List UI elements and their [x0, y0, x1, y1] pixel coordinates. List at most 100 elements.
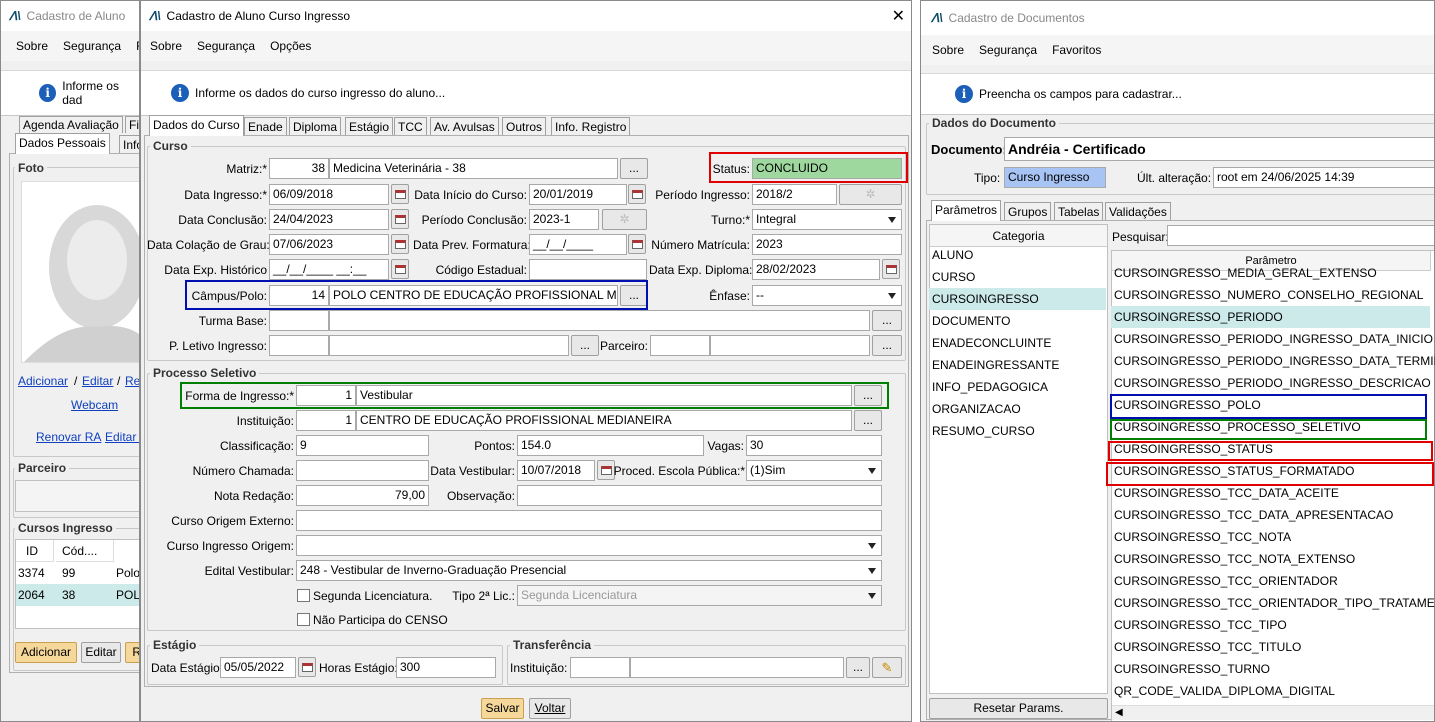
pontos-input[interactable]: 154.0 — [517, 435, 704, 456]
data-prev-input[interactable]: __/__/____ — [529, 234, 627, 255]
turma-base-input[interactable] — [329, 310, 870, 331]
categoria-item[interactable]: ORGANIZACAO — [929, 398, 1106, 420]
classificacao-input[interactable]: 9 — [296, 435, 429, 456]
data-exp-hist-input[interactable]: __/__/____ __:__ — [269, 259, 389, 280]
parametro-item[interactable]: CURSOINGRESSO_PERIODO_INGRESSO_DESCRICAO — [1111, 372, 1431, 394]
tab-dados-pessoais[interactable]: Dados Pessoais — [15, 133, 110, 154]
tab-fi[interactable]: Fi — [125, 116, 139, 133]
data-ingresso-input[interactable]: 06/09/2018 — [269, 184, 389, 205]
data-colacao-input[interactable]: 07/06/2023 — [269, 234, 389, 255]
resetar-params-button[interactable]: Resetar Params. — [929, 698, 1108, 719]
parametro-item[interactable]: CURSOINGRESSO_TCC_ORIENTADOR_TIPO_TRATAM… — [1111, 592, 1435, 614]
tab-dados-do-curso[interactable]: Dados do Curso — [149, 115, 244, 136]
parametro-item[interactable]: CURSOINGRESSO_TCC_DATA_APRESENTACAO — [1111, 504, 1430, 526]
categoria-item[interactable]: DOCUMENTO — [929, 310, 1106, 332]
menu-opcoes[interactable]: Opções — [270, 39, 311, 53]
adicionar-foto-link[interactable]: Adicionar — [18, 374, 68, 388]
col-cod[interactable]: Cód.... — [56, 540, 114, 562]
tab-outros[interactable]: Outros — [502, 117, 547, 136]
parametro-item[interactable]: CURSOINGRESSO_PERIODO_INGRESSO_DATA_INIC… — [1111, 328, 1433, 350]
censo-checkbox[interactable] — [297, 613, 310, 626]
data-exp-diploma-input[interactable]: 28/02/2023 — [752, 259, 880, 280]
menu-sobre[interactable]: Sobre — [150, 39, 182, 53]
menu-seguranca[interactable]: Segurança — [63, 39, 121, 53]
horizontal-scrollbar[interactable]: ◀ — [1112, 705, 1434, 720]
vagas-input[interactable]: 30 — [746, 435, 882, 456]
tab-info[interactable]: Info — [119, 135, 139, 154]
parametro-item[interactable]: CURSOINGRESSO_STATUS_FORMATADO — [1111, 460, 1430, 482]
calendar-icon[interactable] — [391, 184, 409, 204]
parametro-item[interactable]: CURSOINGRESSO_TCC_TITULO — [1111, 636, 1430, 658]
tab-agenda[interactable]: Agenda Avaliação — [19, 116, 123, 133]
tab-validacoes[interactable]: Validações — [1105, 202, 1171, 221]
segunda-licenciatura-checkbox[interactable] — [297, 589, 310, 602]
calendar-icon[interactable] — [882, 259, 900, 279]
tab-info-registro[interactable]: Info. Registro — [551, 117, 631, 136]
forma-input[interactable]: Vestibular — [356, 385, 852, 406]
calendar-icon[interactable] — [628, 234, 646, 254]
scroll-left-icon[interactable]: ◀ — [1115, 707, 1123, 718]
campus-lookup-button[interactable]: ... — [620, 285, 648, 306]
ult-alteracao-input[interactable]: root em 24/06/2025 14:39 — [1213, 167, 1434, 188]
parametro-item[interactable]: CURSOINGRESSO_STATUS — [1111, 438, 1430, 460]
parametro-item[interactable]: CURSOINGRESSO_TCC_DATA_ACEITE — [1111, 482, 1430, 504]
matriz-input[interactable]: Medicina Veterinária - 38 — [329, 158, 618, 179]
col-id[interactable]: ID — [16, 540, 54, 562]
parceiro-code-input[interactable] — [650, 335, 710, 356]
gear-icon[interactable]: ✲ — [602, 209, 647, 230]
transf-lookup-button[interactable]: ... — [846, 657, 870, 678]
categoria-item[interactable]: ENADEINGRESSANTE — [929, 354, 1106, 376]
periodo-ingresso-input[interactable]: 2018/2 — [752, 184, 837, 205]
turma-base-lookup-button[interactable]: ... — [872, 310, 902, 331]
calendar-icon[interactable] — [391, 209, 409, 229]
categoria-item[interactable]: ENADECONCLUINTE — [929, 332, 1106, 354]
instituicao-input[interactable]: CENTRO DE EDUCAÇÃO PROFISSIONAL MEDIANEI… — [356, 410, 852, 431]
tab-estagio[interactable]: Estágio — [345, 117, 394, 136]
parametro-item[interactable]: CURSOINGRESSO_TURNO — [1111, 658, 1430, 680]
calendar-icon[interactable] — [628, 184, 646, 204]
pesquisar-input[interactable] — [1167, 225, 1434, 246]
tipo-input[interactable]: Curso Ingresso — [1004, 167, 1106, 188]
menu-sobre[interactable]: Sobre — [16, 39, 48, 53]
periodo-conclusao-input[interactable]: 2023-1 — [529, 209, 599, 230]
editar-curso-button[interactable]: Editar — [81, 642, 121, 663]
adicionar-curso-button[interactable]: Adicionar — [15, 642, 77, 663]
webcam-link[interactable]: Webcam — [71, 398, 118, 412]
renovar-ra-link[interactable]: Renovar RA — [36, 430, 101, 444]
menu-favoritos[interactable]: Favoritos — [1052, 43, 1101, 57]
curso-origem-ext-input[interactable] — [296, 510, 882, 531]
documento-input[interactable]: Andréia - Certificado — [1004, 137, 1434, 161]
numero-chamada-input[interactable] — [296, 460, 429, 481]
categoria-item[interactable]: CURSOINGRESSO — [929, 288, 1106, 310]
categoria-item[interactable]: CURSO — [929, 266, 1106, 288]
parametro-item[interactable]: CURSOINGRESSO_PROCESSO_SELETIVO — [1111, 416, 1430, 438]
transf-code-input[interactable] — [570, 657, 630, 678]
parametro-item[interactable]: CURSOINGRESSO_TCC_NOTA_EXTENSO — [1111, 548, 1430, 570]
editar-foto-link[interactable]: Editar — [82, 374, 113, 388]
parametro-item[interactable]: QR_CODE_VALIDA_DIPLOMA_DIGITAL — [1111, 680, 1430, 702]
codigo-estadual-input[interactable] — [529, 259, 647, 280]
tab-parametros[interactable]: Parâmetros — [931, 200, 1002, 221]
parametro-item[interactable]: CURSOINGRESSO_TCC_TIPO — [1111, 614, 1430, 636]
campus-input[interactable]: POLO CENTRO DE EDUCAÇÃO PROFISSIONAL MED… — [329, 285, 618, 306]
instituicao-lookup-button[interactable]: ... — [854, 410, 882, 431]
campus-code-input[interactable]: 14 — [269, 285, 329, 306]
voltar-button[interactable]: Voltar — [529, 698, 571, 719]
turno-select[interactable]: Integral — [752, 209, 902, 230]
forma-lookup-button[interactable]: ... — [854, 385, 882, 406]
remover-foto-link[interactable]: Ren — [125, 374, 139, 388]
p-letivo-code-input[interactable] — [269, 335, 329, 356]
menu-seguranca[interactable]: Segurança — [979, 43, 1037, 57]
tab-diploma[interactable]: Diploma — [289, 117, 342, 136]
categoria-item[interactable]: RESUMO_CURSO — [929, 420, 1106, 442]
data-estagio-input[interactable]: 05/05/2022 — [220, 657, 296, 678]
tab-tcc[interactable]: TCC — [394, 117, 427, 136]
tab-enade[interactable]: Enade — [244, 117, 287, 136]
enfase-select[interactable]: -- — [752, 285, 902, 306]
horas-estagio-input[interactable]: 300 — [396, 657, 496, 678]
pencil-icon[interactable]: ✎ — [872, 657, 902, 678]
parametro-item[interactable]: CURSOINGRESSO_MEDIA_GERAL_EXTENSO — [1111, 267, 1430, 281]
tab-av-avulsas[interactable]: Av. Avulsas — [430, 117, 499, 136]
salvar-button[interactable]: Salvar — [481, 698, 524, 719]
matriz-code-input[interactable]: 38 — [269, 158, 329, 179]
